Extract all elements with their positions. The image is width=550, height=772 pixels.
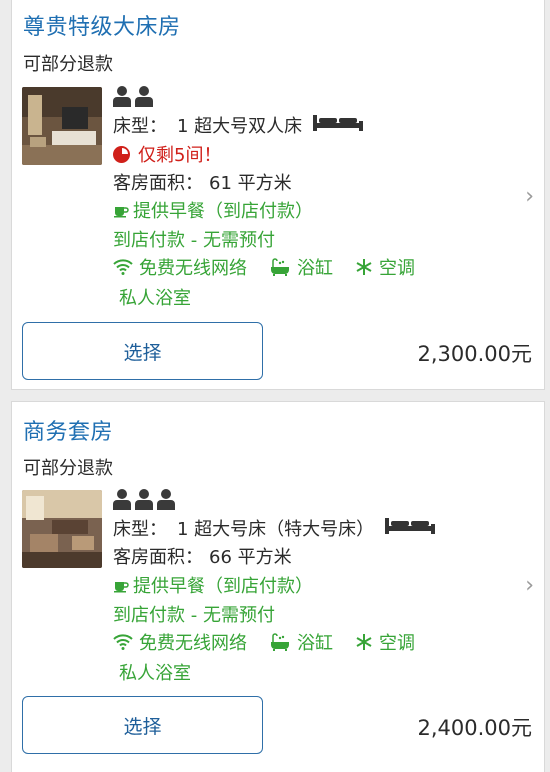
room-price: 2,300.00元 — [417, 342, 532, 366]
select-button[interactable]: 选择 — [22, 322, 263, 380]
breakfast-text: 提供早餐（到店付款） — [133, 576, 313, 597]
room-area: 客房面积： 66 平方米 — [113, 543, 292, 569]
amenity-label: 空调 — [379, 633, 415, 654]
payment-text: 到店付款 - 无需预付 — [113, 605, 275, 626]
amenity-label: 私人浴室 — [119, 663, 191, 684]
room-area-value: 61 平方米 — [209, 173, 292, 194]
amenity-private-bath: 私人浴室 — [119, 284, 191, 310]
wifi-icon — [113, 259, 133, 275]
room-area-value: 66 平方米 — [209, 547, 292, 568]
occupancy-indicator — [112, 85, 154, 109]
amenity-wifi: 免费无线网络 — [113, 629, 247, 655]
amenity-label: 空调 — [379, 258, 415, 279]
bed-type-label: 床型： — [113, 519, 167, 540]
bed-type-label: 床型： — [113, 116, 167, 137]
double-bed-icon — [384, 516, 436, 541]
availability-text: 仅剩5间！ — [138, 145, 222, 166]
amenities-row: 免费无线网络 浴缸 空调 — [113, 629, 437, 655]
bathtub-icon — [269, 633, 291, 651]
room-area: 客房面积： 61 平方米 — [113, 169, 292, 195]
person-icon — [134, 488, 154, 510]
person-icon — [134, 85, 154, 107]
coffee-cup-icon — [113, 577, 129, 593]
availability-warning: 仅剩5间！ — [113, 141, 221, 167]
bed-type-line: 床型： 1 超大号床（特大号床） — [113, 515, 436, 541]
snowflake-icon — [355, 633, 373, 651]
coffee-cup-icon — [113, 202, 129, 218]
bed-type-value: 1 超大号床（特大号床） — [177, 519, 375, 540]
wifi-icon — [113, 634, 133, 650]
bathtub-icon — [269, 258, 291, 276]
amenity-ac: 空调 — [355, 254, 415, 280]
bed-type-line: 床型： 1 超大号双人床 — [113, 112, 364, 138]
breakfast-text: 提供早餐（到店付款） — [133, 201, 313, 222]
payment-text: 到店付款 - 无需预付 — [113, 230, 275, 251]
person-icon — [156, 488, 176, 510]
double-bed-icon — [312, 113, 364, 138]
select-button[interactable]: 选择 — [22, 696, 263, 754]
room-photo[interactable] — [22, 490, 102, 568]
room-area-label: 客房面积： — [113, 173, 203, 194]
amenity-label: 浴缸 — [297, 258, 333, 279]
amenity-ac: 空调 — [355, 629, 415, 655]
alert-clock-icon — [113, 145, 130, 163]
amenity-label: 免费无线网络 — [139, 633, 247, 654]
amenities-row: 免费无线网络 浴缸 空调 — [113, 254, 437, 280]
breakfast-info: 提供早餐（到店付款） — [113, 197, 313, 223]
occupancy-indicator — [112, 488, 176, 512]
room-photo[interactable] — [22, 87, 102, 165]
chevron-right-icon[interactable]: › — [525, 184, 534, 209]
amenity-private-bath: 私人浴室 — [119, 659, 191, 685]
amenity-wifi: 免费无线网络 — [113, 254, 247, 280]
bed-type-value: 1 超大号双人床 — [177, 116, 303, 137]
refund-policy: 可部分退款 — [23, 54, 113, 75]
room-title[interactable]: 尊贵特级大床房 — [23, 9, 181, 41]
amenity-label: 浴缸 — [297, 633, 333, 654]
room-title[interactable]: 商务套房 — [23, 414, 113, 446]
room-area-label: 客房面积： — [113, 547, 203, 568]
payment-info: 到店付款 - 无需预付 — [113, 601, 275, 627]
snowflake-icon — [355, 258, 373, 276]
amenity-label: 免费无线网络 — [139, 258, 247, 279]
room-card[interactable]: 尊贵特级大床房 可部分退款 床型： 1 超大号双人床 仅剩5间！ 客房面积： 6… — [11, 0, 545, 390]
person-icon — [112, 488, 132, 510]
chevron-right-icon[interactable]: › — [525, 573, 534, 598]
amenity-bathtub: 浴缸 — [269, 254, 333, 280]
payment-info: 到店付款 - 无需预付 — [113, 226, 275, 252]
refund-policy: 可部分退款 — [23, 458, 113, 479]
person-icon — [112, 85, 132, 107]
amenity-bathtub: 浴缸 — [269, 629, 333, 655]
breakfast-info: 提供早餐（到店付款） — [113, 572, 313, 598]
amenity-label: 私人浴室 — [119, 288, 191, 309]
room-price: 2,400.00元 — [417, 716, 532, 740]
room-card[interactable]: 商务套房 可部分退款 床型： 1 超大号床（特大号床） 客房面积： 66 平方米… — [11, 401, 545, 772]
